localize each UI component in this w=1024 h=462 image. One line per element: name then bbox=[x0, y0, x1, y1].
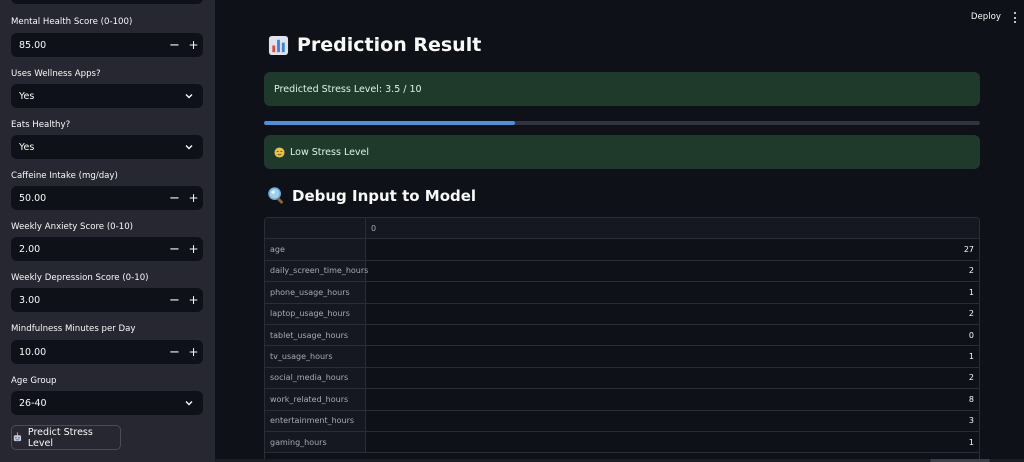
age-group-select[interactable]: 26-40 bbox=[11, 391, 203, 415]
debug-section-title: Debug Input to Model bbox=[267, 186, 476, 205]
page-title: Prediction Result bbox=[268, 34, 481, 56]
row-index-label: laptop_usage_hours bbox=[265, 303, 366, 324]
table-row[interactable]: age 27 bbox=[265, 239, 979, 261]
mindfulness-minutes-input[interactable]: 10.00 − + bbox=[11, 340, 203, 364]
row-value[interactable]: 0 bbox=[366, 325, 979, 345]
caffeine-intake-input[interactable]: 50.00 − + bbox=[11, 186, 203, 210]
predict-stress-level-button[interactable]: Predict Stress Level bbox=[11, 425, 121, 450]
uses-wellness-apps-value: Yes bbox=[19, 90, 35, 102]
prediction-text: Predicted Stress Level: 3.5 / 10 bbox=[274, 83, 422, 95]
bar-chart-icon bbox=[268, 35, 289, 55]
weekly-depression-score-value[interactable]: 3.00 bbox=[11, 295, 165, 306]
mental-health-score-label: Mental Health Score (0-100) bbox=[11, 17, 133, 27]
uses-wellness-apps-select[interactable]: Yes bbox=[11, 84, 203, 108]
table-row[interactable]: laptop_usage_hours 2 bbox=[265, 303, 979, 325]
row-value[interactable]: 27 bbox=[366, 239, 979, 259]
chevron-down-icon bbox=[185, 94, 193, 99]
table-row[interactable]: tv_usage_hours 1 bbox=[265, 346, 979, 368]
eats-healthy-select[interactable]: Yes bbox=[11, 135, 203, 159]
table-row[interactable]: phone_usage_hours 1 bbox=[265, 282, 979, 304]
decrement-button[interactable]: − bbox=[165, 33, 184, 57]
column-header[interactable]: 0 bbox=[366, 218, 979, 238]
row-index-label: phone_usage_hours bbox=[265, 282, 366, 303]
decrement-button[interactable]: − bbox=[165, 340, 184, 364]
row-value[interactable]: 3 bbox=[366, 411, 979, 431]
stress-progress-fill bbox=[264, 121, 515, 125]
prediction-result-box: Predicted Stress Level: 3.5 / 10 bbox=[264, 72, 980, 106]
row-index-label: social_media_hours bbox=[265, 367, 366, 389]
eats-healthy-value: Yes bbox=[19, 141, 35, 153]
row-index-label: age bbox=[265, 239, 366, 260]
decrement-button[interactable]: − bbox=[165, 237, 184, 261]
caffeine-intake-value[interactable]: 50.00 bbox=[11, 193, 165, 204]
debug-title-text: Debug Input to Model bbox=[292, 186, 477, 205]
table-row[interactable]: social_media_hours 2 bbox=[265, 367, 979, 390]
row-value[interactable]: 1 bbox=[366, 346, 979, 366]
increment-button[interactable]: + bbox=[184, 340, 203, 364]
row-value[interactable]: 1 bbox=[366, 432, 979, 452]
table-row[interactable]: gaming_hours 1 bbox=[265, 431, 979, 454]
table-row[interactable]: work_related_hours 8 bbox=[265, 389, 979, 411]
predict-button-label: Predict Stress Level bbox=[27, 426, 93, 449]
mindfulness-minutes-value[interactable]: 10.00 bbox=[11, 347, 165, 358]
deploy-button[interactable]: Deploy bbox=[971, 12, 1001, 22]
mental-health-score-value[interactable]: 85.00 bbox=[11, 40, 165, 51]
main-menu-icon[interactable] bbox=[1012, 12, 1018, 23]
sidebar: Mental Health Score (0-100) 85.00 − + Us… bbox=[0, 0, 215, 462]
mindfulness-minutes-label: Mindfulness Minutes per Day bbox=[11, 324, 136, 334]
page-title-text: Prediction Result bbox=[297, 34, 482, 56]
row-value[interactable]: 1 bbox=[366, 282, 979, 302]
magnifier-icon bbox=[268, 187, 284, 204]
index-header bbox=[265, 218, 366, 239]
increment-button[interactable]: + bbox=[184, 186, 203, 210]
row-index-label: entertainment_hours bbox=[265, 410, 366, 431]
mental-health-score-input[interactable]: 85.00 − + bbox=[11, 33, 203, 57]
weekly-anxiety-score-input[interactable]: 2.00 − + bbox=[11, 237, 203, 261]
robot-icon bbox=[13, 432, 22, 442]
decrement-button[interactable]: − bbox=[165, 288, 184, 312]
table-row[interactable]: entertainment_hours 3 bbox=[265, 410, 979, 432]
row-index-label: daily_screen_time_hours bbox=[265, 260, 368, 282]
decrement-button[interactable]: − bbox=[165, 186, 184, 210]
previous-input-stub[interactable] bbox=[11, 0, 203, 4]
increment-button[interactable]: + bbox=[184, 288, 203, 312]
weekly-anxiety-score-label: Weekly Anxiety Score (0-10) bbox=[11, 222, 134, 232]
chevron-down-icon bbox=[185, 145, 193, 150]
chevron-down-icon bbox=[185, 401, 193, 406]
row-value[interactable]: 8 bbox=[366, 389, 979, 409]
age-group-label: Age Group bbox=[11, 376, 57, 386]
stress-level-label: Low Stress Level bbox=[290, 146, 370, 158]
row-index-label: work_related_hours bbox=[265, 389, 366, 410]
table-header-row: 0 bbox=[265, 218, 979, 240]
table-row[interactable]: tablet_usage_hours 0 bbox=[265, 324, 979, 347]
stress-progress-bar bbox=[264, 121, 980, 125]
stress-level-box: Low Stress Level bbox=[264, 135, 980, 169]
weekly-anxiety-score-value[interactable]: 2.00 bbox=[11, 244, 165, 255]
increment-button[interactable]: + bbox=[184, 33, 203, 57]
row-value[interactable]: 2 bbox=[366, 304, 979, 324]
row-value[interactable]: 2 bbox=[366, 368, 979, 388]
caffeine-intake-label: Caffeine Intake (mg/day) bbox=[11, 171, 118, 181]
main-content: Deploy Prediction Result Predicted Stres… bbox=[215, 0, 1024, 462]
weekly-depression-score-input[interactable]: 3.00 − + bbox=[11, 288, 203, 312]
relieved-face-icon bbox=[274, 146, 285, 158]
row-value[interactable]: 2 bbox=[366, 261, 979, 281]
eats-healthy-label: Eats Healthy? bbox=[11, 120, 71, 130]
row-index-label: tv_usage_hours bbox=[265, 346, 366, 367]
uses-wellness-apps-label: Uses Wellness Apps? bbox=[11, 69, 101, 79]
row-index-label: gaming_hours bbox=[265, 431, 366, 453]
weekly-depression-score-label: Weekly Depression Score (0-10) bbox=[11, 273, 149, 283]
increment-button[interactable]: + bbox=[184, 237, 203, 261]
row-index-label: tablet_usage_hours bbox=[265, 324, 366, 346]
age-group-value: 26-40 bbox=[19, 397, 47, 409]
table-row[interactable]: daily_screen_time_hours 2 bbox=[265, 260, 979, 283]
debug-dataframe[interactable]: 0 age 27 daily_screen_time_hours 2 phone_usa… bbox=[264, 217, 980, 462]
